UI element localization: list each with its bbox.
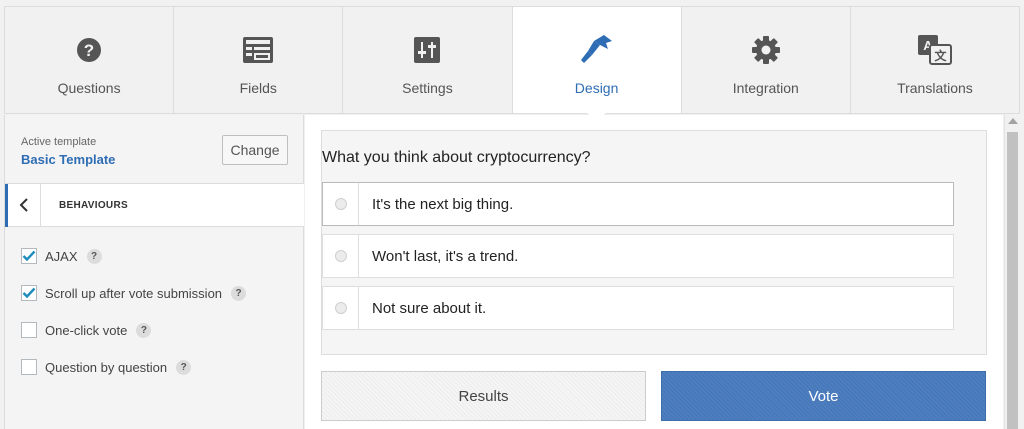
choice-label: It's the next big thing. <box>372 195 514 213</box>
vote-button[interactable]: Vote <box>661 371 986 421</box>
behaviours-options: AJAX ? Scroll up after vote submission ?… <box>21 246 247 394</box>
scroll-up-arrow-icon[interactable] <box>1008 118 1018 124</box>
poll-choice[interactable]: Won't last, it's a trend. <box>322 234 954 278</box>
help-icon[interactable]: ? <box>136 322 152 338</box>
tab-label: Translations <box>897 80 973 96</box>
option-one-click-vote: One-click vote ? <box>21 320 246 340</box>
help-icon[interactable]: ? <box>176 359 192 375</box>
radio-button[interactable] <box>334 302 347 314</box>
option-label: One-click vote <box>45 322 128 338</box>
choice-label: Won't last, it's a trend. <box>372 247 519 265</box>
scroll-thumb[interactable] <box>1007 132 1018 429</box>
option-label: Question by question <box>45 359 168 375</box>
tab-label: Questions <box>57 80 121 96</box>
radio-cell <box>323 183 359 225</box>
tab-label: Design <box>574 80 619 96</box>
tab-label: Settings <box>402 80 453 96</box>
option-scroll-up: Scroll up after vote submission ? <box>21 283 247 303</box>
option-label: Scroll up after vote submission <box>45 285 223 301</box>
question-by-question-checkbox[interactable] <box>21 359 37 375</box>
option-label: AJAX <box>45 248 78 264</box>
radio-cell <box>323 287 359 329</box>
poll-choice[interactable]: Not sure about it. <box>322 286 954 330</box>
chevron-left-icon <box>19 198 28 212</box>
active-template-caption: Active template <box>21 136 97 148</box>
ajax-checkbox[interactable] <box>21 248 37 264</box>
choice-label: Not sure about it. <box>372 299 487 317</box>
poll-preview: What you think about cryptocurrency? It'… <box>305 115 1003 429</box>
tab-translations[interactable]: A 文 Translations <box>849 7 1021 113</box>
tab-integration[interactable]: Integration <box>680 7 850 113</box>
gear-icon <box>751 34 781 66</box>
active-template-section: Active template Basic Template Change <box>5 115 304 184</box>
poll-question: What you think about cryptocurrency? <box>322 149 591 166</box>
behaviours-header: BEHAVIOURS <box>5 183 304 227</box>
tab-label: Integration <box>732 80 799 96</box>
radio-cell <box>323 235 359 277</box>
tab-questions[interactable]: ? Questions <box>4 7 173 113</box>
help-icon[interactable]: ? <box>86 248 102 264</box>
tab-settings[interactable]: Settings <box>342 7 511 113</box>
svg-text:文: 文 <box>934 48 947 63</box>
radio-button[interactable] <box>334 250 347 262</box>
one-click-vote-checkbox[interactable] <box>21 322 37 338</box>
svg-text:?: ? <box>84 41 94 60</box>
tab-fields[interactable]: Fields <box>173 7 342 113</box>
tab-design[interactable]: Design <box>511 7 681 113</box>
checkmark-icon <box>22 287 36 299</box>
design-tab-bar: ? Questions Fields Settings Design Integ… <box>4 6 1021 114</box>
scroll-up-checkbox[interactable] <box>21 285 37 301</box>
option-ajax: AJAX ? <box>21 246 246 266</box>
sliders-icon <box>414 34 441 66</box>
behaviours-title: BEHAVIOURS <box>59 199 128 211</box>
paint-brush-icon <box>580 34 614 66</box>
change-template-button[interactable]: Change <box>222 135 288 165</box>
checkmark-icon <box>22 250 36 262</box>
translate-icon: A 文 <box>917 34 952 66</box>
results-button[interactable]: Results <box>321 371 646 421</box>
question-circle-icon: ? <box>76 34 102 66</box>
option-question-by-question: Question by question ? <box>21 357 246 377</box>
form-fields-icon <box>243 34 274 66</box>
radio-button[interactable] <box>334 198 347 210</box>
active-template-name: Basic Template <box>21 152 116 167</box>
tab-label: Fields <box>239 80 277 96</box>
design-sidebar: Active template Basic Template Change BE… <box>4 115 304 429</box>
preview-scrollbar[interactable] <box>1004 115 1020 429</box>
back-button[interactable] <box>5 183 41 227</box>
poll-choice[interactable]: It's the next big thing. <box>322 182 954 226</box>
help-icon[interactable]: ? <box>231 285 247 301</box>
